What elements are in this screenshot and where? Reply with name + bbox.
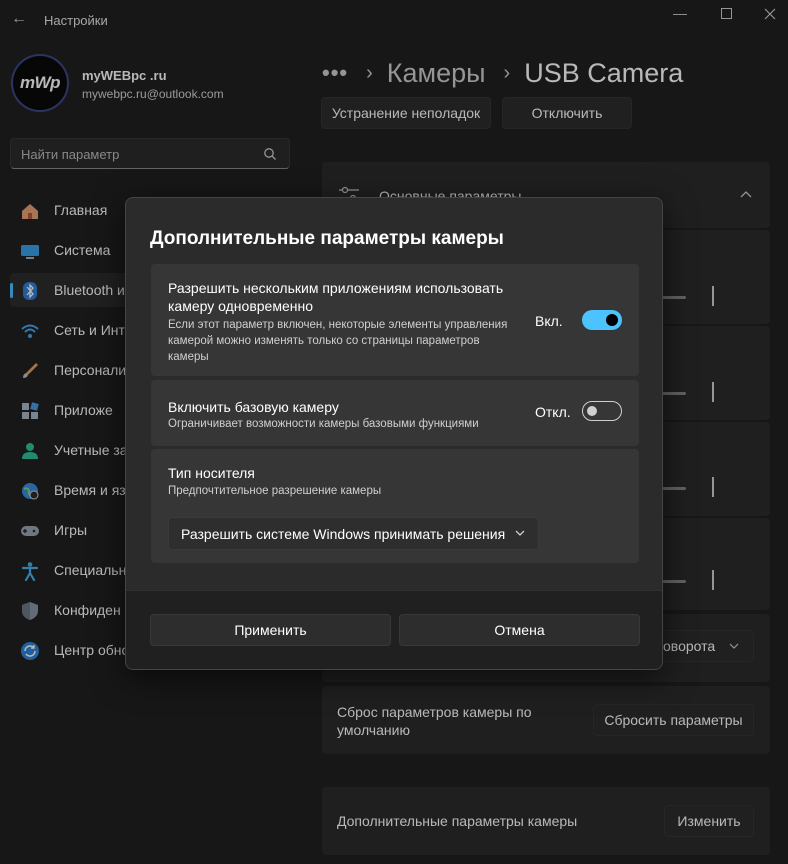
multi-app-title: Разрешить нескольким приложениям использ… <box>168 280 504 314</box>
multi-app-toggle[interactable] <box>582 310 622 330</box>
media-type-description: Предпочтительное разрешение камеры <box>168 485 382 497</box>
multi-app-setting: Разрешить нескольким приложениям использ… <box>151 264 639 376</box>
basic-camera-title: Включить базовую камеру <box>168 399 339 415</box>
chevron-down-icon <box>515 530 525 536</box>
cancel-button[interactable]: Отмена <box>399 614 640 646</box>
dialog-title: Дополнительные параметры камеры <box>150 228 504 249</box>
basic-camera-setting: Включить базовую камеру Ограничивает воз… <box>151 380 639 446</box>
media-type-title: Тип носителя <box>168 465 255 481</box>
multi-app-state: Вкл. <box>535 313 563 329</box>
media-type-dropdown[interactable]: Разрешить системе Windows принимать реше… <box>168 517 539 550</box>
apply-button[interactable]: Применить <box>150 614 391 646</box>
media-type-setting: Тип носителя Предпочтительное разрешение… <box>151 449 639 563</box>
basic-camera-description: Ограничивает возможности камеры базовыми… <box>168 418 479 430</box>
multi-app-description: Если этот параметр включен, некоторые эл… <box>168 319 508 363</box>
dialog-footer: Применить Отмена <box>126 590 662 669</box>
basic-camera-state: Откл. <box>535 404 571 420</box>
basic-camera-toggle[interactable] <box>582 401 622 421</box>
advanced-camera-dialog: Дополнительные параметры камеры Разрешит… <box>125 197 663 670</box>
media-type-selected: Разрешить системе Windows принимать реше… <box>181 526 506 542</box>
